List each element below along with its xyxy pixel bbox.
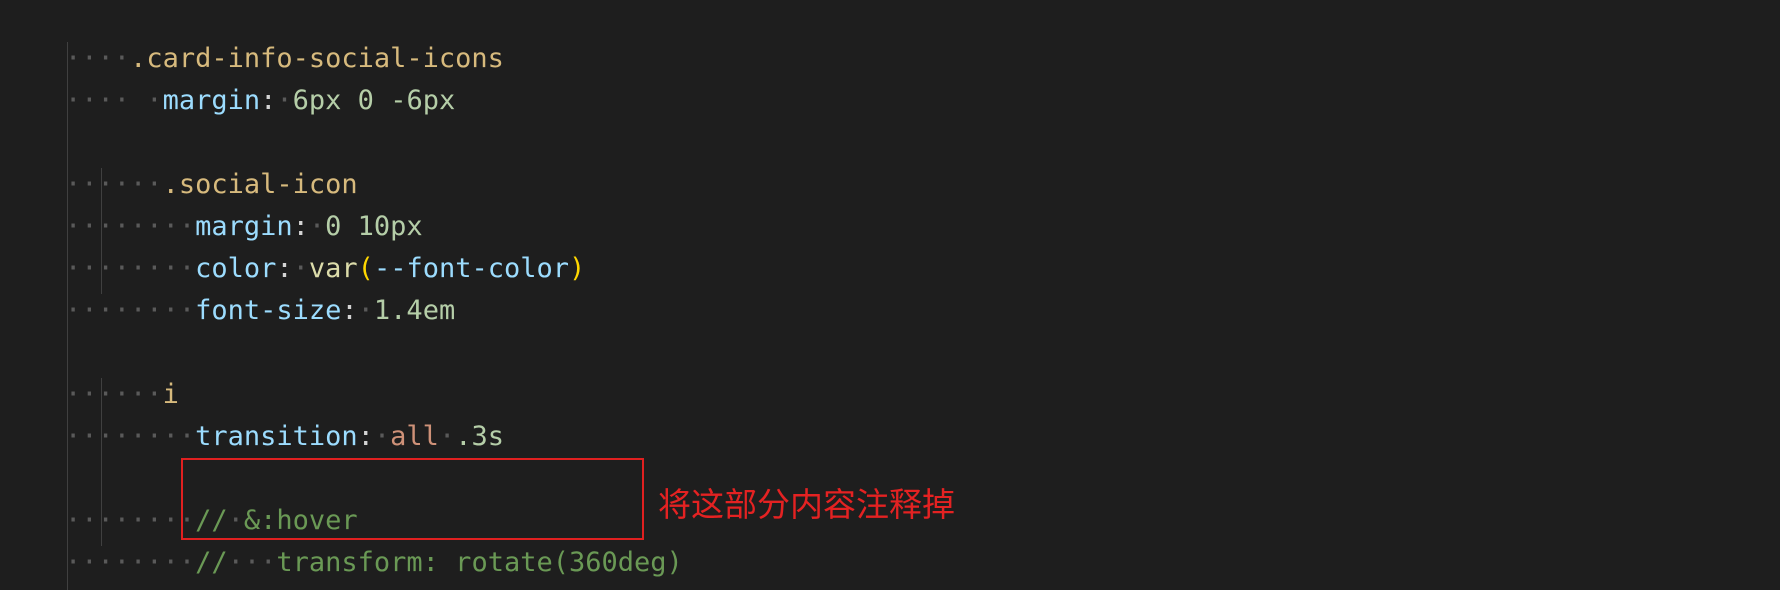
code-line[interactable]: ······i: [0, 332, 179, 410]
css-value: .3s: [455, 421, 504, 452]
colon: :: [341, 295, 358, 326]
code-line[interactable]: ········font-size:·1.4em: [0, 248, 455, 326]
close-paren: ): [569, 253, 586, 284]
css-property: font-size: [195, 295, 342, 326]
annotation-text: 将这部分内容注释掉: [658, 485, 955, 524]
commented-code: transform: rotate(360deg): [276, 547, 683, 578]
css-keyword: all: [390, 421, 439, 452]
code-line[interactable]: ········color:·var(--font-color): [0, 206, 585, 284]
colon: :: [357, 421, 374, 452]
code-line[interactable]: ····.card-info-social-icons: [0, 0, 504, 74]
css-value: 6px 0 -6px: [292, 85, 456, 116]
code-line[interactable]: ······.social-icon: [0, 122, 358, 200]
css-property: transition: [195, 421, 358, 452]
comment-marker: //: [195, 547, 228, 578]
colon: :: [260, 85, 277, 116]
css-property: margin: [162, 85, 261, 116]
code-line[interactable]: ········transition:·all·.3s: [0, 374, 504, 452]
highlight-box: [181, 458, 644, 540]
css-value: 1.4em: [373, 295, 456, 326]
code-line[interactable]: ···· ·margin:·6px 0 -6px: [0, 38, 455, 116]
code-editor[interactable]: ····.card-info-social-icons ···· ·margin…: [0, 0, 1780, 590]
code-line[interactable]: ········margin:·0 10px: [0, 164, 423, 242]
